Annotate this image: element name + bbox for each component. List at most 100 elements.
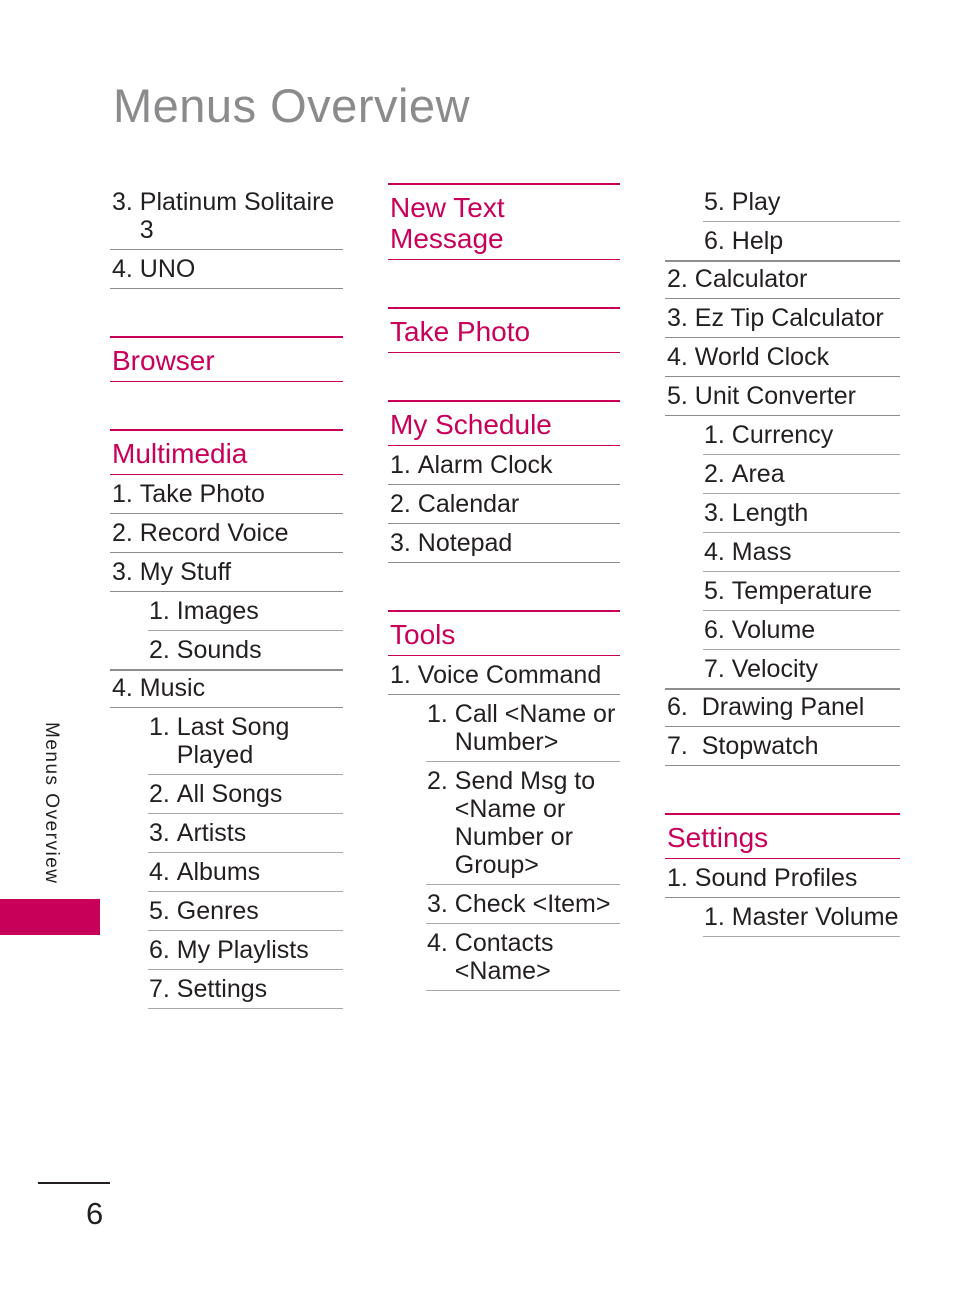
menu-item[interactable]: 2. Record Voice: [110, 514, 343, 553]
menu-item[interactable]: 3. Length: [703, 494, 900, 533]
menu-item-number: 4.: [704, 538, 732, 566]
menu-item-label: Notepad: [417, 529, 513, 557]
menu-block: Multimedia 1. Take Photo 2. Record Voice 3.…: [110, 429, 343, 1009]
menu-item-label: Drawing Panel: [701, 693, 865, 721]
menu-item[interactable]: 4. Music: [110, 669, 343, 708]
menu-item[interactable]: 2. All Songs: [148, 775, 343, 814]
menu-block: Browser: [110, 336, 343, 382]
menu-item[interactable]: 5. Temperature: [703, 572, 900, 611]
menu-item-label: UNO: [139, 255, 196, 283]
menu-heading-label: Browser: [112, 345, 215, 376]
menu-item[interactable]: 6. Drawing Panel: [665, 688, 900, 727]
menu-item-number: 2.: [390, 490, 418, 518]
menu-item[interactable]: 5. Unit Converter: [665, 377, 900, 416]
menu-item[interactable]: 6. Volume: [703, 611, 900, 650]
menu-item-label: Alarm Clock: [417, 451, 553, 479]
menu-item[interactable]: 1. Voice Command: [388, 656, 620, 695]
menu-item[interactable]: 4. Contacts <Name>: [426, 924, 620, 991]
menu-item-number: 4.: [112, 255, 140, 283]
menu-item-number: 1.: [704, 421, 732, 449]
menu-column-3: 5. Play 6. Help 2. Calculator 3. Ez Tip Cal…: [665, 183, 900, 937]
menu-item[interactable]: 3. Notepad: [388, 524, 620, 563]
menu-item-label: Currency: [731, 421, 834, 449]
menu-item[interactable]: 1. Sound Profiles: [665, 859, 900, 898]
menu-item-number: 2.: [149, 780, 177, 808]
menu-heading-label: New Text Message: [390, 192, 505, 254]
menu-item-number: 2.: [112, 519, 140, 547]
menu-block: Settings 1. Sound Profiles 1. Master Volum…: [665, 813, 900, 937]
menu-item[interactable]: 1. Currency: [703, 416, 900, 455]
menu-item[interactable]: 3. Platinum Solitaire 3: [110, 183, 343, 250]
menu-item-number: 2.: [427, 767, 455, 795]
menu-heading-take-photo: Take Photo: [388, 307, 620, 353]
menu-item[interactable]: 2. Calendar: [388, 485, 620, 524]
menu-item-label: Unit Converter: [694, 382, 856, 410]
menu-item[interactable]: 6. My Playlists: [148, 931, 343, 970]
menu-item-number: 1.: [149, 597, 177, 625]
menu-item[interactable]: 3. Artists: [148, 814, 343, 853]
menu-item-number: 5.: [704, 577, 732, 605]
menu-item-number: 4.: [427, 929, 455, 957]
menu-item-label: Velocity: [731, 655, 818, 683]
menu-item-number: 3.: [112, 558, 140, 586]
menu-item-label: Platinum Solitaire 3: [139, 188, 335, 244]
menu-item-number: 3.: [112, 188, 140, 216]
menu-item-label: Ez Tip Calculator: [694, 304, 884, 332]
menu-item-number: 2.: [667, 265, 695, 293]
menu-item-number: 3.: [667, 304, 695, 332]
menu-item[interactable]: 4. Albums: [148, 853, 343, 892]
menu-heading-tools: Tools: [388, 610, 620, 656]
menu-heading-new-text-message: New Text Message: [388, 183, 620, 260]
menu-item[interactable]: 7. Settings: [148, 970, 343, 1009]
page-title: Menus Overview: [113, 79, 470, 132]
menu-item-number: 2.: [149, 636, 177, 664]
menu-item-number: 5.: [667, 382, 695, 410]
menu-item[interactable]: 7. Stopwatch: [665, 727, 900, 766]
menu-item[interactable]: 2. Sounds: [110, 631, 343, 671]
menu-item[interactable]: 1. Take Photo: [110, 475, 343, 514]
menu-item[interactable]: 3. Ez Tip Calculator: [665, 299, 900, 338]
menu-item-label: Contacts <Name>: [454, 929, 554, 985]
menu-column-2: New Text Message Take Photo My Schedule 1. …: [388, 183, 620, 991]
menu-item-label: Mass: [731, 538, 792, 566]
menu-item-label: Area: [731, 460, 785, 488]
menu-item-number: 1.: [149, 713, 177, 741]
menu-item-number: 4.: [667, 343, 695, 371]
menu-item[interactable]: 3. Check <Item>: [426, 885, 620, 924]
menu-item-label: Send Msg to <Name or Number or Group>: [454, 767, 596, 879]
menu-item[interactable]: 4. Mass: [703, 533, 900, 572]
menu-item-label: Calendar: [417, 490, 520, 518]
menu-item-number: 6.: [704, 616, 732, 644]
menu-item-label: Play: [731, 188, 781, 216]
menu-item[interactable]: 1. Last Song Played: [148, 708, 343, 775]
menu-item-label: My Playlists: [176, 936, 309, 964]
menu-item[interactable]: 1. Images: [148, 592, 343, 631]
menu-item-number: 3.: [149, 819, 177, 847]
menu-item-label: Genres: [176, 897, 259, 925]
menu-item[interactable]: 4. World Clock: [665, 338, 900, 377]
menu-item[interactable]: 5. Play: [703, 183, 900, 222]
menu-item-number: 3.: [427, 890, 455, 918]
menu-item-label: Take Photo: [139, 480, 265, 508]
menu-item[interactable]: 2. Area: [703, 455, 900, 494]
menu-item[interactable]: 3. My Stuff: [110, 553, 343, 592]
menu-item-number: 5.: [704, 188, 732, 216]
menu-item[interactable]: 2. Calculator: [665, 260, 900, 299]
menu-item[interactable]: 1. Master Volume: [703, 898, 900, 937]
menu-item-label: Albums: [176, 858, 261, 886]
menu-item-number: 1.: [667, 864, 695, 892]
menu-item[interactable]: 7. Velocity: [665, 650, 900, 690]
menu-item[interactable]: 5. Genres: [148, 892, 343, 931]
menu-item[interactable]: 6. Help: [665, 222, 900, 262]
menu-item[interactable]: 1. Call <Name or Number>: [426, 695, 620, 762]
menu-item[interactable]: 2. Send Msg to <Name or Number or Group>: [426, 762, 620, 885]
menu-item-number: 5.: [149, 897, 177, 925]
menu-item[interactable]: 1. Alarm Clock: [388, 446, 620, 485]
menu-item-number: 3.: [390, 529, 418, 557]
menu-item-number: 4.: [112, 674, 140, 702]
menu-item-label: Length: [731, 499, 809, 527]
menu-item-label: Record Voice: [139, 519, 289, 547]
page-number: 6: [86, 1196, 104, 1231]
menu-item-number: 1.: [390, 451, 418, 479]
menu-item[interactable]: 4. UNO: [110, 250, 343, 289]
